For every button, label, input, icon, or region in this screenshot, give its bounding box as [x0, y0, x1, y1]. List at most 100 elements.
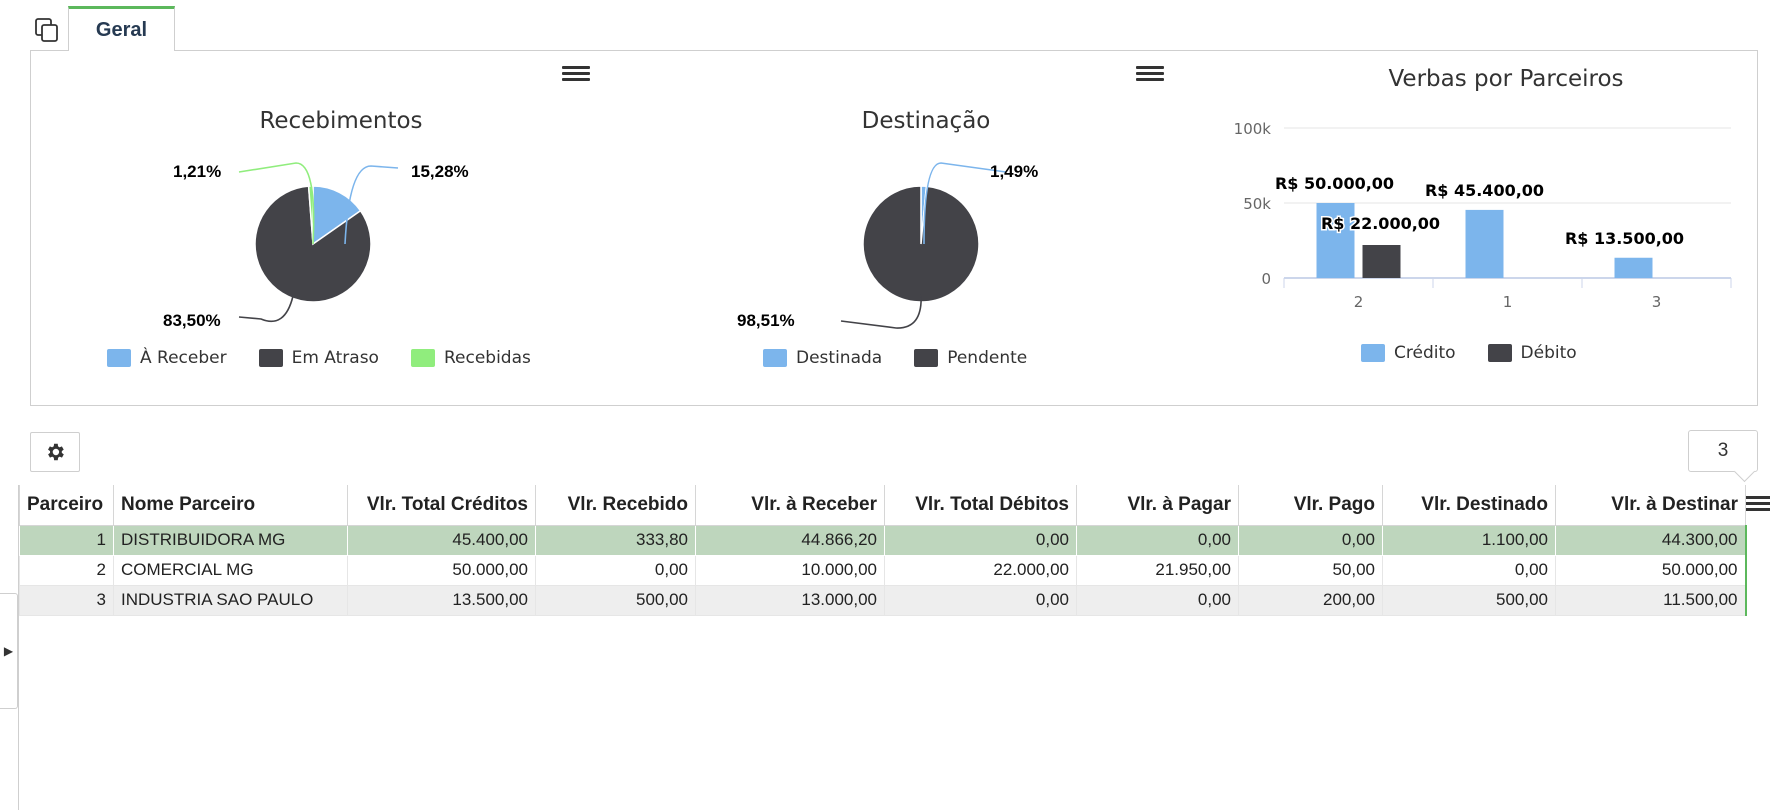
column-header[interactable]: Vlr. à Pagar: [1076, 485, 1239, 526]
bar-x-ticks: 2 1 3: [1283, 278, 1732, 311]
legend-item-ematraso[interactable]: Em Atraso: [258, 348, 379, 368]
table-cell[interactable]: 50.000,00: [1555, 554, 1747, 586]
table-cell[interactable]: 13.000,00: [695, 584, 885, 616]
legend-label: Pendente: [947, 348, 1028, 368]
legend-label: Recebidas: [443, 348, 531, 368]
table-cell[interactable]: 500,00: [1382, 584, 1556, 616]
recebimentos-legend: À Receber Em Atraso Recebidas: [107, 348, 531, 368]
pie-slice-pendente[interactable]: [862, 185, 980, 303]
verbas-legend: Crédito Débito: [1361, 343, 1577, 363]
legend-label: Em Atraso: [291, 348, 379, 368]
column-header[interactable]: Nome Parceiro: [113, 485, 348, 526]
table-cell[interactable]: INDUSTRIA SAO PAULO: [113, 584, 348, 616]
legend-item-debito[interactable]: Débito: [1487, 343, 1577, 363]
leader-line-ematraso: [238, 295, 294, 323]
table-cell[interactable]: 22.000,00: [884, 554, 1077, 586]
table-cell[interactable]: 333,80: [535, 524, 696, 556]
legend-item-pendente[interactable]: Pendente: [914, 348, 1027, 368]
table-cell[interactable]: 11.500,00: [1555, 584, 1747, 616]
data-grid: Parceiro Nome Parceiro Vlr. Total Créditos…: [18, 485, 1772, 810]
column-header[interactable]: Vlr. à Receber: [695, 485, 885, 526]
bar-data-label: R$ 22.000,00: [1321, 214, 1440, 233]
column-menu-icon[interactable]: [1746, 493, 1770, 515]
bar-crdito-3[interactable]: [1614, 257, 1653, 278]
table-cell[interactable]: 13.500,00: [347, 584, 536, 616]
pie-label-recebidas: 1,21%: [173, 162, 222, 181]
legend-swatch: [1487, 344, 1512, 362]
table-cell[interactable]: 0,00: [1382, 554, 1556, 586]
column-header[interactable]: Vlr. Total Créditos: [347, 485, 536, 526]
legend-item-credito[interactable]: Crédito: [1361, 343, 1456, 363]
partners-table: Parceiro Nome Parceiro Vlr. Total Créditos…: [19, 485, 1747, 616]
legend-item-recebidas[interactable]: Recebidas: [410, 348, 531, 368]
legend-swatch: [1361, 344, 1385, 362]
verbas-bar-chart: 0 50k 100k 2 1 3 R$ 50.000,00 R$ 22.000,00 R$ …: [1234, 120, 1732, 311]
legend-swatch: [763, 349, 787, 367]
table-cell[interactable]: COMERCIAL MG: [113, 554, 348, 586]
table-cell[interactable]: 0,00: [1076, 524, 1239, 556]
legend-label: Destinada: [796, 348, 883, 368]
table-cell[interactable]: 50.000,00: [347, 554, 536, 586]
bar-y-ticks: 0 50k 100k: [1234, 120, 1272, 288]
table-cell[interactable]: 45.400,00: [347, 524, 536, 556]
gear-icon: [48, 443, 64, 461]
y-tick-label: 0: [1261, 270, 1271, 288]
legend-item-areceber[interactable]: À Receber: [107, 348, 227, 368]
column-header[interactable]: Vlr. Pago: [1238, 485, 1383, 526]
table-cell[interactable]: 44.300,00: [1555, 524, 1747, 556]
legend-label: Crédito: [1394, 343, 1456, 363]
legend-label: Débito: [1520, 343, 1577, 363]
table-cell[interactable]: 1: [19, 524, 114, 556]
legend-swatch: [410, 349, 435, 367]
table-cell[interactable]: 200,00: [1238, 584, 1383, 616]
table-cell[interactable]: 3: [19, 584, 114, 616]
table-row[interactable]: 1 DISTRIBUIDORA MG 45.400,00 333,80 44.866,2…: [19, 524, 1747, 556]
bar-crdito-1[interactable]: [1465, 209, 1504, 278]
pie-label-areceber: 15,28%: [411, 162, 469, 181]
destinacao-legend: Destinada Pendente: [763, 348, 1027, 368]
x-tick-label: 3: [1652, 293, 1662, 311]
table-cell[interactable]: 0,00: [535, 554, 696, 586]
legend-swatch: [258, 349, 283, 367]
bar-data-label: R$ 45.400,00: [1425, 181, 1544, 200]
table-cell[interactable]: 21.950,00: [1076, 554, 1239, 586]
table-row[interactable]: 3 INDUSTRIA SAO PAULO 13.500,00 500,00 13.00…: [19, 584, 1747, 616]
x-tick-label: 1: [1503, 293, 1513, 311]
table-cell[interactable]: 500,00: [535, 584, 696, 616]
table-cell[interactable]: 10.000,00: [695, 554, 885, 586]
legend-swatch: [914, 349, 939, 367]
bar-dbito-2[interactable]: [1362, 245, 1401, 278]
settings-button[interactable]: [30, 432, 80, 472]
column-header[interactable]: Vlr. Recebido: [535, 485, 696, 526]
column-header[interactable]: Vlr. Total Débitos: [884, 485, 1077, 526]
table-cell[interactable]: 50,00: [1238, 554, 1383, 586]
column-header[interactable]: Vlr. Destinado: [1382, 485, 1556, 526]
y-tick-label: 100k: [1234, 120, 1272, 138]
table-cell[interactable]: 1.100,00: [1382, 524, 1556, 556]
charts-panel: Recebimentos 15,28% 1,21% 83,50% À Receb…: [30, 50, 1758, 406]
table-cell[interactable]: 0,00: [1238, 524, 1383, 556]
column-header[interactable]: Parceiro: [19, 485, 114, 526]
table-cell[interactable]: 0,00: [884, 584, 1077, 616]
x-tick-label: 2: [1354, 293, 1364, 311]
table-cell[interactable]: 44.866,20: [695, 524, 885, 556]
tab-geral[interactable]: Geral: [68, 6, 175, 51]
destinacao-pie-slices: [862, 185, 980, 303]
table-cell[interactable]: DISTRIBUIDORA MG: [113, 524, 348, 556]
side-panel-toggle[interactable]: ▶: [0, 593, 18, 709]
column-header[interactable]: Vlr. à Destinar: [1555, 485, 1746, 526]
legend-item-destinada[interactable]: Destinada: [763, 348, 882, 368]
pie-label-pendente: 98,51%: [737, 311, 795, 330]
bar-data-label: R$ 50.000,00: [1275, 174, 1394, 193]
triangle-right-icon: ▶: [3, 644, 14, 658]
table-cell[interactable]: 0,00: [884, 524, 1077, 556]
table-cell[interactable]: 0,00: [1076, 584, 1239, 616]
record-count-badge: 3: [1688, 430, 1758, 472]
legend-swatch: [107, 349, 131, 367]
bar-data-label: R$ 13.500,00: [1565, 229, 1684, 248]
table-cell[interactable]: 2: [19, 554, 114, 586]
pie-label-ematraso: 83,50%: [163, 311, 221, 330]
table-row[interactable]: 2 COMERCIAL MG 50.000,00 0,00 10.000,00 22.00…: [19, 554, 1747, 586]
copy-icon[interactable]: [34, 17, 60, 43]
app-root: Geral Recebimentos 15,28% 1,21% 83,50% À…: [0, 0, 1772, 810]
